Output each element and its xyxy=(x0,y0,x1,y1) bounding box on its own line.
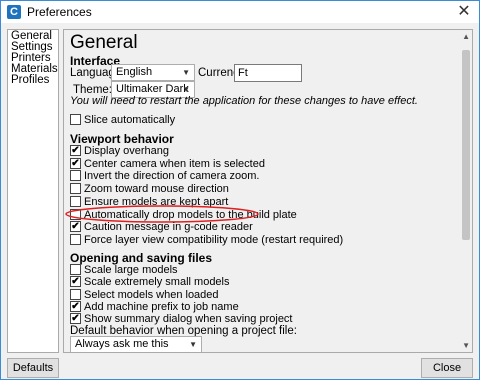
checkbox-label: Zoom toward mouse direction xyxy=(84,183,229,196)
window-title: Preferences xyxy=(27,5,92,19)
checkbox[interactable] xyxy=(70,264,81,275)
checkbox[interactable] xyxy=(70,233,81,245)
checkbox-label: Display overhang xyxy=(84,145,169,157)
checkbox-label: Invert the direction of camera zoom. xyxy=(84,170,260,183)
check-icon: ✔ xyxy=(71,300,80,312)
checkbox-label: Scale large models xyxy=(84,264,178,276)
checkbox-label: Select models when loaded xyxy=(84,288,219,301)
scroll-up-icon[interactable]: ▲ xyxy=(462,32,470,41)
checkbox[interactable] xyxy=(70,183,81,195)
scrollbar[interactable]: ▲ ▼ xyxy=(460,30,472,352)
viewport-heading: Viewport behavior xyxy=(70,132,174,146)
window-close-icon[interactable]: ✕ xyxy=(455,3,473,21)
checkbox-checked[interactable]: ✔ xyxy=(70,276,81,288)
page-title: General xyxy=(70,32,138,53)
checkbox-label: Ensure models are kept apart xyxy=(84,195,229,208)
checkbox-label: Center camera when item is selected xyxy=(84,157,265,170)
checkbox-label: Force layer view compatibility mode (res… xyxy=(84,233,344,246)
cura-app-icon: C xyxy=(7,5,21,19)
checkbox-label: Add machine prefix to job name xyxy=(84,300,239,313)
checkbox[interactable] xyxy=(70,208,81,220)
check-icon: ✔ xyxy=(71,313,80,325)
checkbox-checked[interactable]: ✔ xyxy=(70,145,81,156)
title-bar: C Preferences ✕ xyxy=(1,1,479,23)
checkbox-checked[interactable]: ✔ xyxy=(70,300,81,312)
check-icon: ✔ xyxy=(71,145,80,156)
checkbox[interactable] xyxy=(70,170,81,182)
check-icon: ✔ xyxy=(71,276,80,288)
check-icon: ✔ xyxy=(71,157,80,169)
checkbox[interactable] xyxy=(70,288,81,300)
checkbox-checked[interactable]: ✔ xyxy=(70,313,81,325)
chevron-down-icon: ▼ xyxy=(182,68,190,77)
chevron-down-icon: ▼ xyxy=(189,340,197,349)
checkbox[interactable] xyxy=(70,114,81,125)
restart-note: You will need to restart the application… xyxy=(70,95,418,107)
checkbox-checked[interactable]: ✔ xyxy=(70,157,81,169)
currency-input[interactable]: Ft xyxy=(234,64,302,82)
checkbox-checked[interactable]: ✔ xyxy=(70,221,81,233)
theme-value: Ultimaker Dark xyxy=(116,83,189,95)
defaults-button[interactable]: Defaults xyxy=(7,358,59,378)
sidebar-item-profiles[interactable]: Profiles xyxy=(11,74,55,86)
language-select[interactable]: English ▼ xyxy=(111,64,195,81)
checkbox-label: Caution message in g-code reader xyxy=(84,221,253,234)
preferences-sidebar: General Settings Printers Materials Prof… xyxy=(7,29,59,353)
language-value: English xyxy=(116,66,153,78)
preferences-window: C Preferences ✕ General Settings Printer… xyxy=(0,0,480,380)
opening-saving-heading: Opening and saving files xyxy=(70,251,213,265)
general-preferences-panel: General Interface Language: English ▼ Cu… xyxy=(63,29,473,353)
checkbox-label: Automatically drop models to the build p… xyxy=(84,208,297,221)
scroll-down-icon[interactable]: ▼ xyxy=(462,341,470,350)
check-icon: ✔ xyxy=(71,221,80,233)
checkbox[interactable] xyxy=(70,195,81,207)
default-behavior-select[interactable]: Always ask me this ▼ xyxy=(70,336,202,352)
default-behavior-value: Always ask me this xyxy=(75,338,169,350)
checkbox-label: Show summary dialog when saving project xyxy=(84,313,293,326)
checkbox-label: Slice automatically xyxy=(84,114,176,126)
checkbox-label: Scale extremely small models xyxy=(84,276,230,289)
close-button[interactable]: Close xyxy=(421,358,473,378)
scrollbar-thumb[interactable] xyxy=(462,50,470,240)
